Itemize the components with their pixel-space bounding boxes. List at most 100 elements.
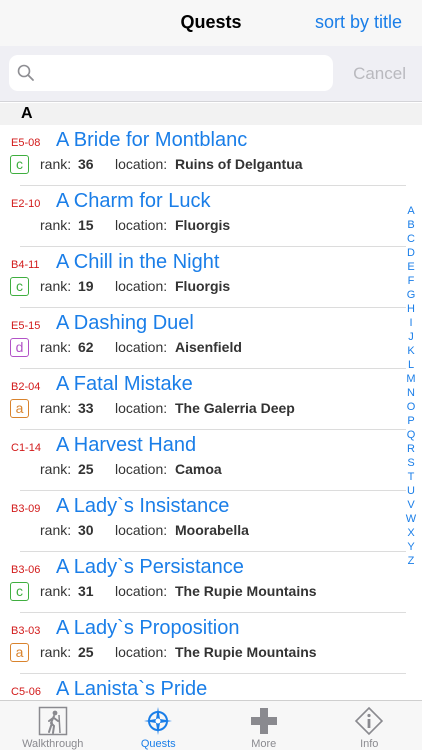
section-header: A (0, 103, 422, 125)
index-letter[interactable]: B (400, 218, 422, 232)
index-letter[interactable]: J (400, 330, 422, 344)
quest-type-badge: c (10, 155, 29, 174)
sort-by-title-button[interactable]: sort by title (315, 12, 402, 33)
index-letter[interactable]: S (400, 456, 422, 470)
quest-row[interactable]: C5-06 A Lanista`s Pride (0, 674, 422, 700)
quest-code: B2-04 (11, 381, 41, 393)
location-label: location: (115, 644, 168, 660)
quest-code: E5-15 (11, 320, 41, 332)
index-letter[interactable]: P (400, 414, 422, 428)
quest-row[interactable]: B2-04 A Fatal Mistake a rank: 33 location: The… (0, 369, 422, 430)
alphabet-index[interactable]: ABCDEFGHIJKLMNOPQRSTUVWXYZ (400, 204, 422, 568)
index-letter[interactable]: W (400, 512, 422, 526)
quest-title: A Charm for Luck (56, 190, 211, 212)
quest-code: C1-14 (11, 442, 41, 454)
location-label: location: (115, 217, 168, 233)
index-letter[interactable]: I (400, 316, 422, 330)
quest-row[interactable]: E5-15 A Dashing Duel d rank: 62 location: Aise… (0, 308, 422, 369)
tab-label: Quests (140, 738, 176, 750)
index-letter[interactable]: Q (400, 428, 422, 442)
quest-code: B3-03 (11, 625, 41, 637)
index-letter[interactable]: U (400, 484, 422, 498)
quest-type-badge: c (10, 277, 29, 296)
rank-value: 15 (78, 217, 94, 233)
quest-title: A Chill in the Night (56, 251, 220, 273)
tab-quests[interactable]: Quests (106, 701, 212, 750)
tab-walkthrough[interactable]: Walkthrough (0, 701, 106, 750)
location-value: The Rupie Mountains (175, 644, 317, 660)
quest-row[interactable]: B4-11 A Chill in the Night c rank: 19 locatio… (0, 247, 422, 308)
index-letter[interactable]: M (400, 372, 422, 386)
rank-label: rank: (40, 583, 72, 599)
index-letter[interactable]: D (400, 246, 422, 260)
rank-label: rank: (40, 339, 72, 355)
compass-icon (144, 707, 173, 735)
rank-label: rank: (40, 522, 72, 538)
rank-value: 19 (78, 278, 94, 294)
location-label: location: (115, 583, 168, 599)
quest-row[interactable]: C1-14 A Harvest Hand rank: 25 location: Camoa (0, 430, 422, 491)
index-letter[interactable]: Y (400, 540, 422, 554)
quest-code: B3-09 (11, 503, 41, 515)
rank-value: 30 (78, 522, 94, 538)
location-value: The Galerria Deep (175, 400, 295, 416)
quest-title: A Lady`s Proposition (56, 617, 240, 639)
quest-row[interactable]: B3-03 A Lady`s Proposition a rank: 25 locatio… (0, 613, 422, 674)
quest-title: A Bride for Montblanc (56, 129, 248, 151)
index-letter[interactable]: H (400, 302, 422, 316)
quest-code: C5-06 (11, 686, 41, 698)
rank-label: rank: (40, 278, 72, 294)
quest-code: B4-11 (11, 259, 40, 271)
quest-row[interactable]: E5-08 A Bride for Montblanc c rank: 36 locati… (0, 125, 422, 186)
location-value: Camoa (175, 461, 222, 477)
location-label: location: (115, 522, 168, 538)
quest-type-badge: d (10, 338, 29, 357)
quest-row[interactable]: E2-10 A Charm for Luck rank: 15 location: Flu… (0, 186, 422, 247)
location-value: Aisenfield (175, 339, 242, 355)
index-letter[interactable]: R (400, 442, 422, 456)
rank-value: 33 (78, 400, 94, 416)
quest-code: E5-08 (11, 137, 41, 149)
rank-value: 31 (78, 583, 94, 599)
index-letter[interactable]: Z (400, 554, 422, 568)
index-letter[interactable]: A (400, 204, 422, 218)
rank-value: 36 (78, 156, 94, 172)
rank-label: rank: (40, 156, 72, 172)
location-label: location: (115, 156, 168, 172)
quest-row[interactable]: B3-06 A Lady`s Persistance c rank: 31 locatio… (0, 552, 422, 613)
index-letter[interactable]: E (400, 260, 422, 274)
index-letter[interactable]: L (400, 358, 422, 372)
tab-bar: Walkthrough Quests More Info (0, 700, 422, 750)
quest-list: E5-08 A Bride for Montblanc c rank: 36 locati… (0, 125, 422, 700)
index-letter[interactable]: K (400, 344, 422, 358)
hiker-icon (38, 706, 67, 736)
location-label: location: (115, 400, 168, 416)
tab-more[interactable]: More (211, 701, 317, 750)
quest-row[interactable]: B3-09 A Lady`s Insistance rank: 30 location:… (0, 491, 422, 552)
location-value: Fluorgis (175, 278, 231, 294)
index-letter[interactable]: V (400, 498, 422, 512)
search-field[interactable] (9, 55, 333, 91)
rank-label: rank: (40, 217, 72, 233)
tab-info[interactable]: Info (317, 701, 422, 750)
tab-label: Walkthrough (22, 738, 84, 750)
index-letter[interactable]: T (400, 470, 422, 484)
index-letter[interactable]: G (400, 288, 422, 302)
index-letter[interactable]: O (400, 400, 422, 414)
search-input[interactable] (41, 55, 327, 91)
quest-code: E2-10 (11, 198, 41, 210)
quest-title: A Lady`s Insistance (56, 495, 230, 517)
index-letter[interactable]: F (400, 274, 422, 288)
index-letter[interactable]: N (400, 386, 422, 400)
location-value: Ruins of Delgantua (175, 156, 303, 172)
index-letter[interactable]: X (400, 526, 422, 540)
quest-title: A Lady`s Persistance (56, 556, 244, 578)
cancel-button[interactable]: Cancel (353, 64, 406, 84)
section-letter: A (21, 105, 33, 122)
location-value: Fluorgis (175, 217, 231, 233)
quest-title: A Harvest Hand (56, 434, 197, 456)
plus-icon (250, 708, 277, 734)
location-value: Moorabella (175, 522, 249, 538)
index-letter[interactable]: C (400, 232, 422, 246)
location-value: The Rupie Mountains (175, 583, 317, 599)
